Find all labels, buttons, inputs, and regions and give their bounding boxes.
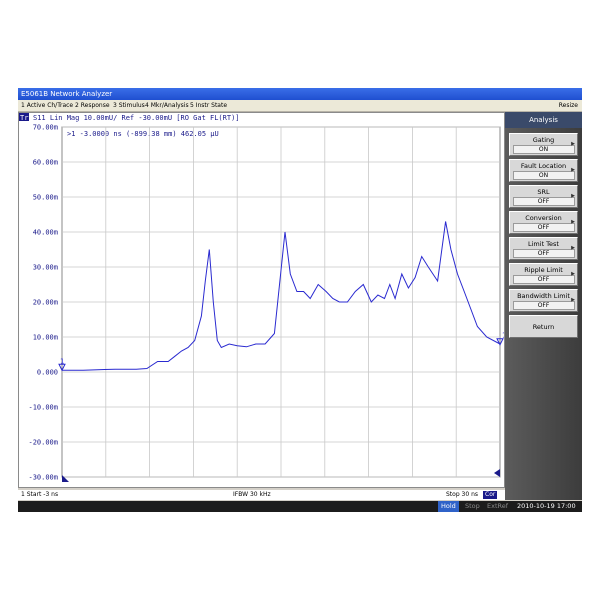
app-title: E5061B Network Analyzer xyxy=(21,90,113,98)
softkey-value: ON xyxy=(512,145,575,154)
trace-header-text: S11 Lin Mag 10.00mU/ Ref -30.00mU [RO Ga… xyxy=(33,114,240,122)
datetime: 2010-10-19 17:00 xyxy=(517,502,576,510)
softkey-value: OFF xyxy=(512,275,575,284)
submenu-arrow-icon: ▶ xyxy=(571,245,575,251)
softkey-label: Limit Test xyxy=(528,240,559,248)
softkey-label: Return xyxy=(532,323,555,331)
menu-response[interactable]: 2 Response xyxy=(75,100,110,111)
start-value: 1 Start -3 ns xyxy=(21,491,59,498)
softkey-ripple-limit[interactable]: Ripple Limit OFF ▶ xyxy=(509,263,578,286)
softkey-value: ON xyxy=(512,171,575,180)
menu-resize[interactable]: Resize xyxy=(559,100,578,111)
y-tick-label: 0.000 xyxy=(37,369,58,377)
channel-status-bar: 1 Start -3 ns IFBW 30 kHz Stop 30 ns Cor xyxy=(18,490,505,500)
network-analyzer-window: E5061B Network Analyzer 1 Active Ch/Trac… xyxy=(18,88,582,512)
menu-instr-state[interactable]: 5 Instr State xyxy=(190,100,227,111)
softkey-value: OFF xyxy=(512,197,575,206)
menu-bar: 1 Active Ch/Trace 2 Response 3 Stimulus … xyxy=(18,100,582,112)
start-arrow-icon xyxy=(62,475,69,482)
s11-chart: Tr1 S11 Lin Mag 10.00mU/ Ref -30.00mU [R… xyxy=(19,113,504,482)
softkey-label: SRL xyxy=(537,188,550,196)
ifbw-value: IFBW 30 kHz xyxy=(233,491,271,498)
submenu-arrow-icon: ▶ xyxy=(571,167,575,173)
softkey-value: OFF xyxy=(512,249,575,258)
softkey-value: OFF xyxy=(512,223,575,232)
menu-active-ch-trace[interactable]: 1 Active Ch/Trace xyxy=(21,100,73,111)
stop-arrow-icon xyxy=(494,469,500,477)
softkey-panel: Analysis Gating ON ▶ Fault Location ON ▶ SRL OF… xyxy=(505,112,582,500)
stop-indicator: Stop xyxy=(465,502,480,510)
y-tick-labels: 70.00m 60.00m 50.00m 40.00m 30.00m 20.00m 10.0… xyxy=(28,124,58,482)
menu-mkr-analysis[interactable]: 4 Mkr/Analysis xyxy=(145,100,189,111)
y-tick-label: -30.00m xyxy=(28,474,58,482)
softkey-title: Analysis xyxy=(505,112,582,128)
softkey-label: Ripple Limit xyxy=(524,266,563,274)
cor-badge: Cor xyxy=(483,491,498,499)
submenu-arrow-icon: ▶ xyxy=(571,271,575,277)
trace-plot-area[interactable]: Tr1 S11 Lin Mag 10.00mU/ Ref -30.00mU [R… xyxy=(18,112,505,488)
softkey-conversion[interactable]: Conversion OFF ▶ xyxy=(509,211,578,234)
y-tick-label: -10.00m xyxy=(28,404,58,412)
y-tick-label: 20.00m xyxy=(33,299,58,307)
submenu-arrow-icon: ▶ xyxy=(571,193,575,199)
marker-label: 1 xyxy=(502,332,504,340)
hold-indicator: Hold xyxy=(438,501,459,512)
y-tick-label: 30.00m xyxy=(33,264,58,272)
instrument-status-bar: Hold Stop ExtRef 2010-10-19 17:00 xyxy=(18,501,582,512)
menu-stimulus[interactable]: 3 Stimulus xyxy=(113,100,145,111)
softkey-label: Conversion xyxy=(525,214,562,222)
marker-readout: >1 -3.0000 ns (-899.38 mm) 462.05 µU xyxy=(67,130,219,138)
stop-value: Stop 30 ns xyxy=(446,491,479,498)
y-tick-label: 40.00m xyxy=(33,229,58,237)
softkey-label: Gating xyxy=(532,136,555,144)
y-tick-label: 60.00m xyxy=(33,159,58,167)
submenu-arrow-icon: ▶ xyxy=(571,141,575,147)
softkey-bandwidth-limit[interactable]: Bandwidth Limit OFF ▶ xyxy=(509,289,578,312)
submenu-arrow-icon: ▶ xyxy=(571,219,575,225)
marker-label: 1 xyxy=(60,357,64,365)
y-tick-label: -20.00m xyxy=(28,439,58,447)
extref-indicator: ExtRef xyxy=(487,502,509,510)
softkey-limit-test[interactable]: Limit Test OFF ▶ xyxy=(509,237,578,260)
softkey-fault-location[interactable]: Fault Location ON ▶ xyxy=(509,159,578,182)
title-bar: E5061B Network Analyzer xyxy=(18,88,582,100)
y-tick-label: 10.00m xyxy=(33,334,58,342)
trace-label: Tr1 xyxy=(20,114,33,122)
grid xyxy=(61,126,501,478)
y-tick-label: 50.00m xyxy=(33,194,58,202)
softkey-gating[interactable]: Gating ON ▶ xyxy=(509,133,578,156)
softkey-return[interactable]: Return xyxy=(509,315,578,338)
y-tick-label: 70.00m xyxy=(33,124,58,132)
softkey-label: Fault Location xyxy=(520,162,567,170)
softkey-value: OFF xyxy=(512,301,575,310)
softkey-label: Bandwidth Limit xyxy=(517,292,570,300)
softkey-srl[interactable]: SRL OFF ▶ xyxy=(509,185,578,208)
submenu-arrow-icon: ▶ xyxy=(571,297,575,303)
